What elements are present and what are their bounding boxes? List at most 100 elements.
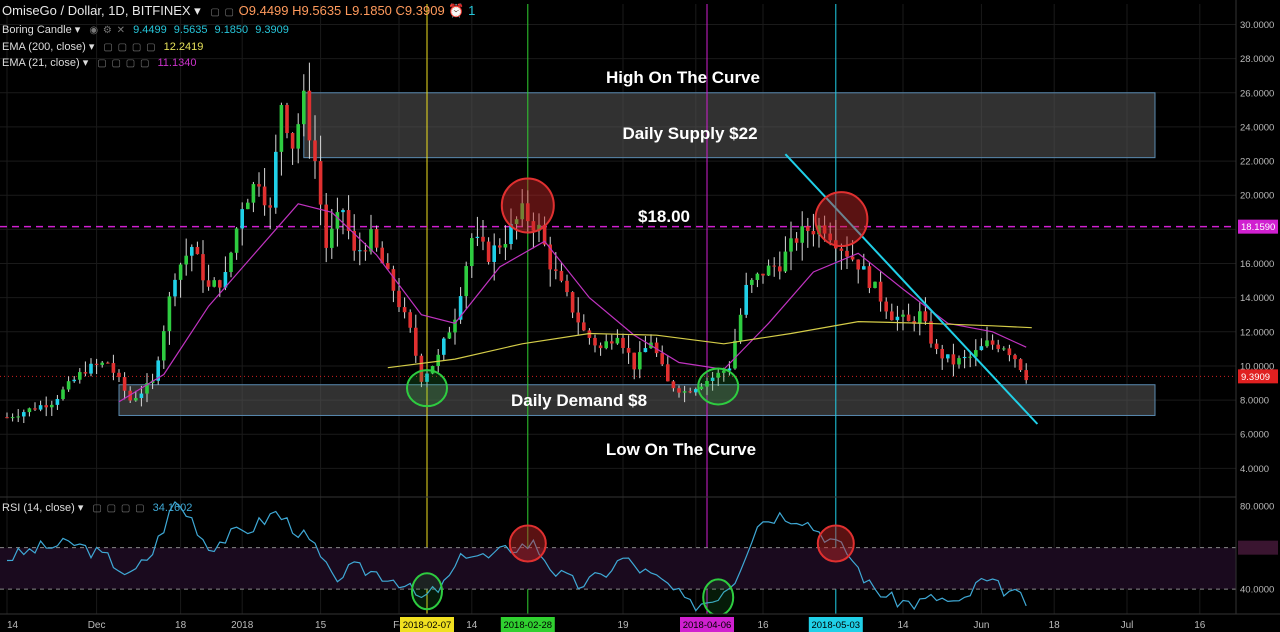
candle-body — [78, 372, 82, 380]
candle-body — [447, 332, 452, 339]
indicator-row-ema21[interactable]: EMA (21, close) ▾ ▢ ▢ ▢ ▢ 11.1340 — [2, 56, 196, 69]
candle-body — [800, 226, 804, 243]
candle-body — [565, 280, 569, 293]
price-chart[interactable]: 30.0000 28.0000 26.0000 24.0000 22.0000 20.00… — [0, 0, 1280, 632]
candle-body — [576, 312, 580, 323]
candle-body — [33, 408, 37, 410]
candle-body — [307, 90, 312, 141]
candle-body — [167, 296, 172, 332]
candle — [156, 356, 160, 385]
candle-body — [733, 340, 737, 369]
dropdown-icon[interactable]: ▾ — [78, 502, 84, 514]
candle-body — [850, 256, 855, 260]
indicator-row-rsi[interactable]: RSI (14, close) ▾ ▢ ▢ ▢ ▢ 34.1602 — [2, 501, 192, 514]
candle-body — [598, 345, 603, 349]
candle-body — [374, 229, 379, 248]
candle-body — [341, 210, 345, 213]
time-tick-label: 14 — [7, 620, 19, 631]
candle-body — [100, 362, 104, 365]
indicator-value: 11.1340 — [157, 57, 197, 69]
candle-body — [330, 228, 334, 248]
indicator-buttons[interactable]: ◉ ⚙ ✕ — [89, 25, 126, 36]
candle-body — [604, 341, 608, 349]
price-tick-label: 20.0000 — [1240, 191, 1274, 202]
candle-body — [117, 372, 121, 378]
indicator-label[interactable]: RSI (14, close) — [2, 502, 75, 514]
indicator-buttons[interactable]: ▢ ▢ ▢ ▢ — [103, 42, 156, 53]
indicator-value: 9.3909 — [255, 24, 289, 36]
time-tick-label: Jul — [1121, 620, 1134, 631]
candle-body — [694, 389, 698, 393]
indicator-label[interactable]: EMA (21, close) — [2, 57, 80, 69]
candle-body — [985, 340, 989, 347]
rsi-highlight-circle — [816, 524, 855, 563]
candle-body — [856, 259, 860, 270]
candle-body — [178, 264, 183, 280]
candle-body — [744, 284, 748, 315]
rsi-ob-tag — [1238, 540, 1278, 555]
dropdown-icon[interactable]: ▾ — [75, 24, 81, 36]
indicator-row-ema200[interactable]: EMA (200, close) ▾ ▢ ▢ ▢ ▢ 12.2419 — [2, 40, 203, 53]
time-axis: 14Dec18201815Fe1419A1614Jun18Jul162018-0… — [0, 613, 1280, 632]
candle-body — [89, 363, 93, 374]
time-axis-background — [0, 614, 1280, 632]
time-tick-label: 19 — [617, 620, 629, 631]
indicator-value: 9.5635 — [173, 24, 208, 36]
candle-body — [290, 133, 295, 149]
rsi-tick-label: 40.0000 — [1240, 585, 1274, 596]
indicator-buttons[interactable]: ▢ ▢ ▢ ▢ — [92, 503, 145, 514]
candle-body — [766, 265, 771, 276]
candle-body — [503, 244, 508, 248]
candle-body — [55, 399, 60, 405]
symbol-title[interactable]: OmiseGo / Dollar, 1D, BITFINEX — [2, 3, 191, 18]
price-tick-label: 16.0000 — [1240, 259, 1274, 270]
indicator-value: 9.1850 — [214, 24, 249, 36]
chart-header[interactable]: OmiseGo / Dollar, 1D, BITFINEX ▾ ▢ ▢ O9.… — [2, 3, 475, 19]
alert-count: 1 — [468, 3, 476, 18]
candle-body — [643, 348, 648, 353]
candle — [1018, 358, 1023, 372]
candle-body — [246, 202, 250, 210]
indicator-row-candle[interactable]: Boring Candle ▾ ◉ ⚙ ✕ 9.4499 9.5635 9.18… — [2, 23, 289, 36]
candle-body — [559, 270, 564, 281]
candle-body — [397, 290, 401, 308]
price-tick-label: 12.0000 — [1240, 327, 1274, 338]
candle-body — [906, 314, 911, 322]
candle-body — [402, 307, 407, 313]
indicator-value: 12.2419 — [163, 41, 204, 53]
candle-body — [1013, 355, 1017, 360]
level-price-label: 18.1590 — [1241, 222, 1275, 233]
candle-body — [475, 236, 480, 239]
candle-body — [408, 312, 412, 328]
price-tick-label: 24.0000 — [1240, 122, 1274, 133]
candle-body — [296, 124, 300, 149]
rsi-tick-label: 80.0000 — [1240, 502, 1274, 513]
date-marker-label: 2018-04-06 — [683, 620, 732, 631]
last-price-label: 9.3909 — [1241, 372, 1270, 383]
candle — [285, 102, 289, 139]
indicator-buttons[interactable]: ▢ ▢ ▢ ▢ — [97, 58, 150, 69]
candle-body — [878, 281, 883, 302]
dropdown-icon[interactable]: ▾ — [194, 3, 201, 18]
price-tick-label: 8.0000 — [1240, 396, 1269, 407]
dropdown-icon[interactable]: ▾ — [89, 41, 95, 53]
candle-body — [794, 238, 799, 243]
candle-body — [27, 408, 32, 413]
candle-body — [979, 346, 984, 351]
candle-body — [240, 209, 244, 229]
candle-body — [190, 246, 194, 256]
candle-body — [414, 327, 418, 356]
price-tick-label: 26.0000 — [1240, 88, 1274, 99]
indicator-label[interactable]: EMA (200, close) — [2, 41, 86, 53]
candle-body — [195, 246, 200, 255]
candle-body — [173, 279, 177, 297]
candle-body — [940, 349, 944, 359]
ohlc-close: C9.3909 — [395, 3, 445, 18]
indicator-label[interactable]: Boring Candle — [2, 24, 72, 36]
header-buttons[interactable]: ▢ ▢ — [210, 7, 235, 18]
dropdown-icon[interactable]: ▾ — [83, 57, 89, 69]
alarm-clock-icon[interactable]: ⏰ — [448, 3, 464, 18]
candle-body — [755, 273, 760, 280]
candle-body — [626, 347, 631, 353]
highlight-circle — [697, 367, 740, 406]
